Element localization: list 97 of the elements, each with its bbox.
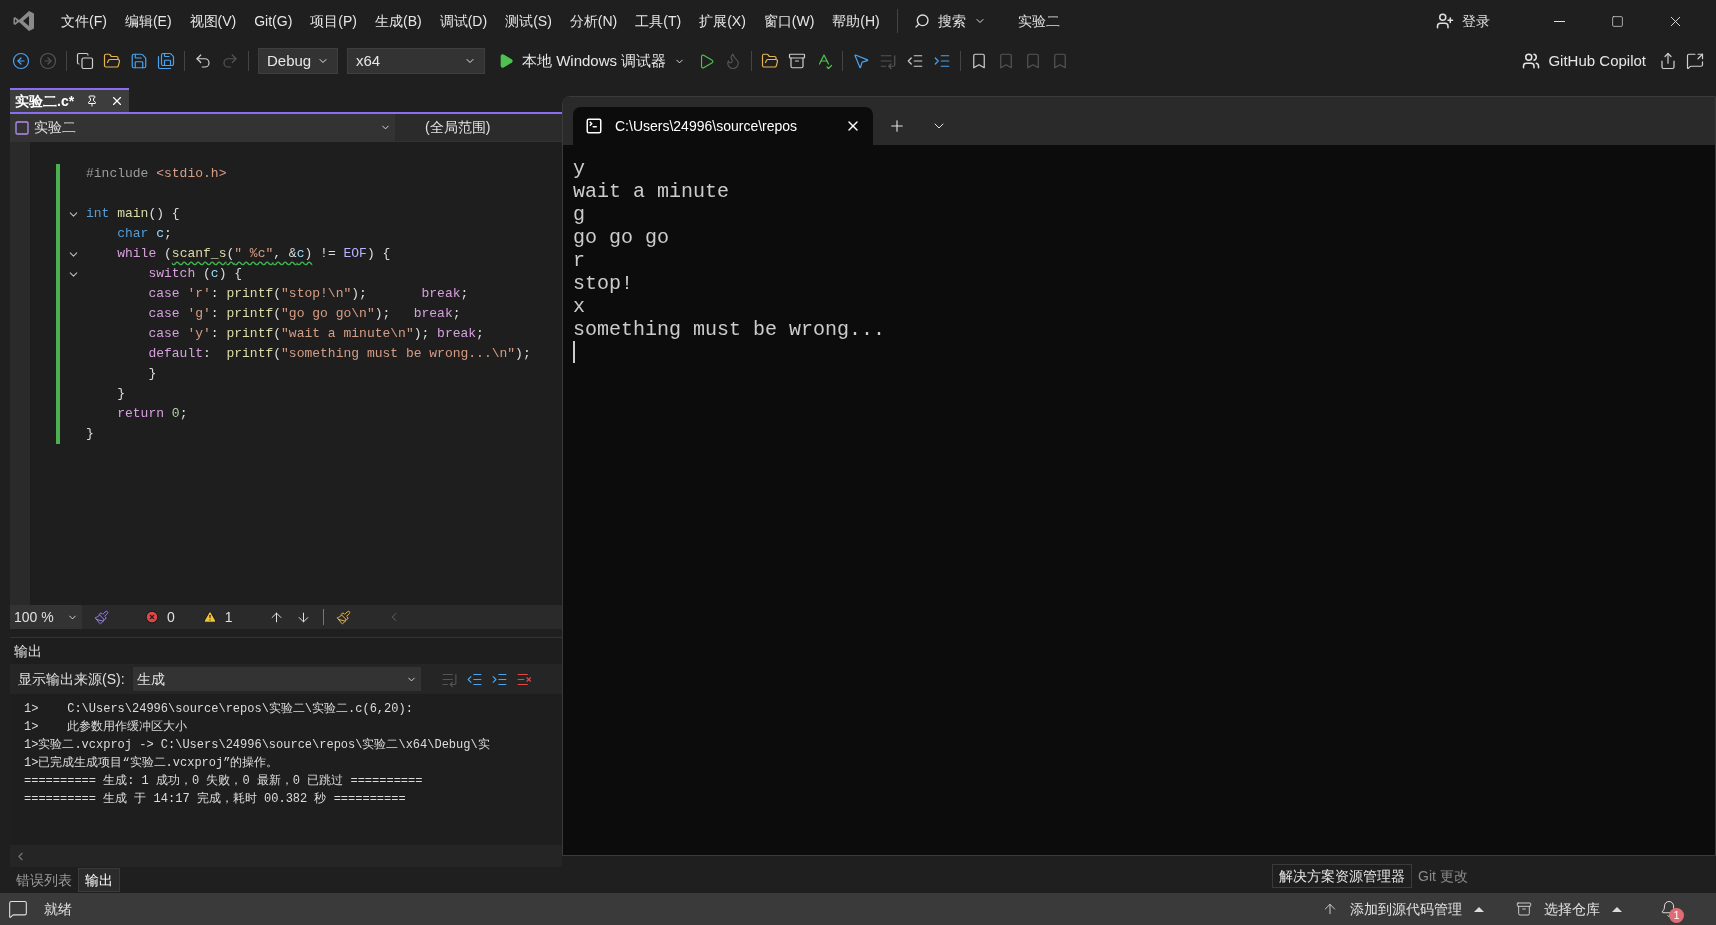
copilot-button[interactable]: GitHub Copilot — [1518, 47, 1650, 75]
menu-item[interactable]: 工具(T) — [626, 6, 691, 36]
status-message: 就绪 — [44, 899, 72, 919]
outdent-icon[interactable] — [906, 52, 925, 70]
output-line: 1> 此参数用作缓冲区大小 — [24, 719, 189, 736]
menu-item[interactable]: Git(G) — [245, 6, 302, 36]
pointer-icon[interactable] — [852, 52, 871, 70]
code-line: while (scanf_s(" %c", &c) != EOF) { — [116, 245, 391, 264]
code-line: char c; — [116, 225, 172, 244]
menu-item[interactable]: 测试(S) — [496, 6, 561, 36]
new-item-icon[interactable] — [76, 52, 94, 70]
menu-item[interactable]: 调试(D) — [430, 6, 497, 36]
brush-icon[interactable] — [335, 609, 351, 625]
code-line: int main() { — [86, 205, 180, 224]
menu-item[interactable]: 分析(N) — [560, 6, 627, 36]
menu-item[interactable]: 帮助(H) — [823, 6, 889, 36]
search-button[interactable]: 搜索 — [905, 6, 994, 36]
platform-dropdown[interactable]: x64 — [347, 48, 485, 74]
panel-tab[interactable]: 解决方案资源管理器 — [1272, 864, 1412, 888]
output-line: 1> C:\Users\24996\source\repos\实验二\实验二.c(6,20): — [24, 701, 414, 718]
undo-icon[interactable] — [194, 52, 212, 70]
notification-badge: 1 — [1669, 908, 1684, 923]
panel-title: 输出 — [13, 641, 43, 661]
panel-tab[interactable]: 错误列表 — [10, 868, 78, 892]
code-line: } — [147, 365, 157, 384]
terminal-line: go go go — [573, 226, 669, 249]
editor-tab[interactable]: 实验二.c* — [10, 88, 130, 112]
menu-item[interactable]: 编辑(E) — [115, 6, 181, 36]
panel-tab[interactable]: 输出 — [78, 868, 120, 892]
save-all-icon[interactable] — [157, 52, 175, 70]
message-icon — [8, 899, 28, 919]
archive-icon — [1516, 901, 1532, 917]
panel-tab[interactable]: Git 更改 — [1412, 864, 1474, 888]
output-line: 1>实验二.vcxproj -> C:\Users\24996\source\repos\实验二\x64\Debug\实 — [24, 737, 491, 754]
solution-name: 实验二 — [1017, 11, 1060, 31]
menu-item[interactable]: 视图(V) — [180, 6, 246, 36]
menu-item[interactable]: 项目(P) — [301, 6, 366, 36]
folder-search-icon[interactable] — [761, 52, 780, 70]
sign-in-button[interactable]: 登录 — [1428, 6, 1498, 36]
code-line: default: printf("something must be wrong...\n"); — [147, 345, 531, 364]
arrow-down-icon[interactable] — [295, 609, 311, 625]
indent-icon[interactable] — [933, 52, 952, 70]
error-count[interactable]: 0 — [145, 606, 175, 628]
configuration-dropdown[interactable]: Debug — [258, 48, 338, 74]
scope-dropdown[interactable]: (全局范围) — [395, 114, 562, 141]
code-line: case 'r': printf("stop!\n"); break; — [147, 285, 469, 304]
terminal-line: x — [573, 295, 585, 318]
pin-icon[interactable] — [86, 95, 99, 107]
code-line: } — [116, 385, 125, 404]
terminal-line: stop! — [573, 272, 633, 295]
maximize-icon — [1610, 14, 1624, 28]
menu-item[interactable]: 扩展(X) — [690, 6, 755, 36]
share-icon[interactable] — [1659, 52, 1677, 70]
person-plus-icon — [1436, 12, 1454, 30]
play-icon — [498, 53, 514, 69]
terminal-line: r — [573, 249, 585, 272]
code-line: return 0; — [116, 405, 188, 424]
output-source-label: 显示输出来源(S): — [18, 669, 125, 689]
code-line: } — [86, 425, 94, 444]
source-control-button[interactable]: 添加到源代码管理 — [1322, 898, 1484, 920]
terminal-tab[interactable]: C:\Users\24996\source\repos — [573, 107, 873, 145]
project-dropdown[interactable]: 实验二 — [10, 114, 395, 141]
menu-item[interactable]: 生成(B) — [366, 6, 431, 36]
output-line: 1>已完成生成项目“实验二.vcxproj”的操作。 — [24, 755, 280, 772]
warning-icon — [202, 610, 217, 624]
terminal-icon — [585, 117, 603, 135]
feedback-icon[interactable] — [1686, 52, 1704, 70]
menu-item[interactable]: 窗口(W) — [754, 6, 824, 36]
caret-up-icon — [1474, 906, 1484, 912]
code-line: case 'y': printf("wait a minute\n"); break; — [147, 325, 484, 344]
zoom-dropdown[interactable]: 100 % — [10, 605, 82, 629]
terminal-line: g — [573, 203, 585, 226]
output-line: ========== 生成 于 14:17 完成，耗时 00.382 秒 ========== — [24, 791, 407, 808]
output-line: ========== 生成: 1 成功，0 失败，0 最新，0 已跳过 ========== — [24, 773, 424, 790]
repository-button[interactable]: 选择仓库 — [1516, 898, 1622, 920]
code-line: switch (c) { — [147, 265, 243, 284]
output-source-dropdown[interactable]: 生成 — [132, 667, 421, 691]
caret-up-icon — [1612, 906, 1622, 912]
menu-item[interactable]: 文件(F) — [52, 6, 116, 36]
play-outline-icon[interactable] — [698, 52, 716, 70]
code-line: #include <stdio.h> — [86, 165, 227, 184]
terminal-line: something must be wrong... — [573, 318, 886, 341]
warning-count[interactable]: 1 — [202, 606, 233, 628]
logo-icon — [12, 9, 36, 33]
minimize-icon — [1553, 20, 1565, 22]
terminal-line: wait a minute — [573, 180, 730, 203]
plus-icon — [888, 117, 906, 135]
warning-squiggle: scanf_s(" %c", &c) — [171, 246, 313, 262]
code-line: case 'g': printf("go go go\n"); break; — [147, 305, 461, 324]
terminal-line: y — [573, 157, 585, 180]
search-icon — [913, 13, 930, 29]
save-icon[interactable] — [130, 52, 148, 70]
start-debugging-button[interactable]: 本地 Windows 调试器 — [494, 47, 690, 75]
error-icon — [145, 610, 159, 624]
project-icon — [14, 119, 30, 136]
folder-icon[interactable] — [103, 52, 121, 70]
text-cursor — [573, 341, 575, 363]
